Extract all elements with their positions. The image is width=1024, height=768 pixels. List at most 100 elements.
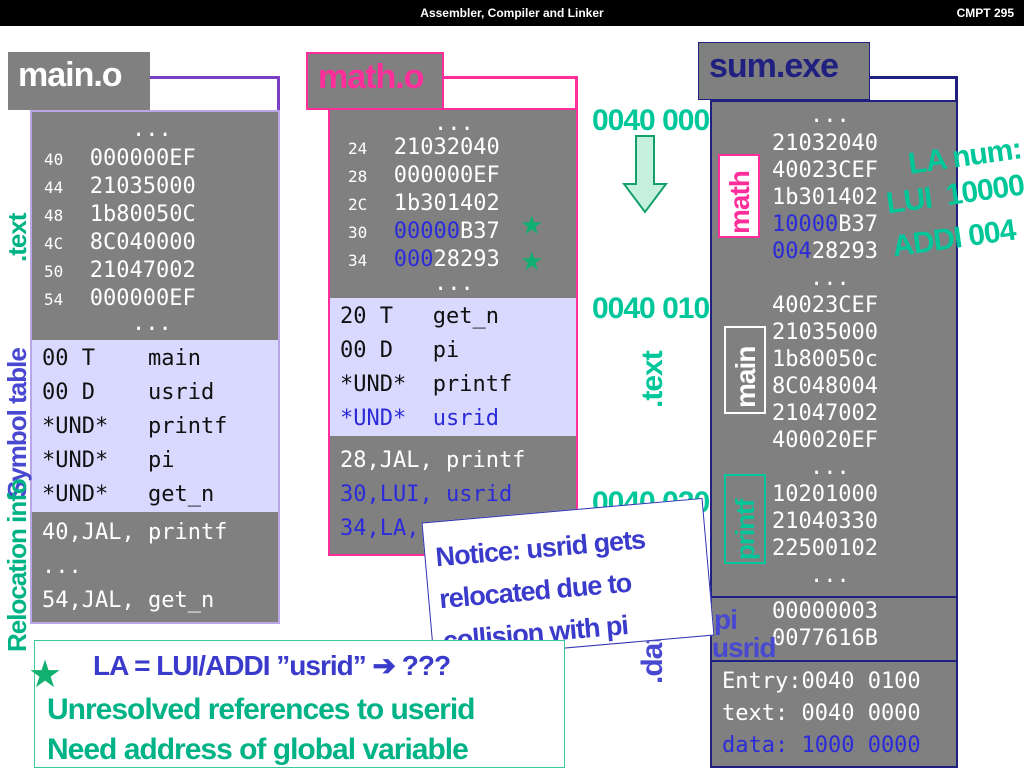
sum-exe-title: sum.exe (698, 42, 870, 100)
usrid-label: usrid (712, 632, 776, 663)
addr-label: 50 (44, 262, 64, 281)
addr-label: 24 (348, 139, 368, 158)
printf-tag: printf (724, 474, 766, 564)
need-address-line: Need address of global variable (47, 733, 469, 766)
code-word: 21032040 (393, 135, 500, 160)
main-o-relocation: 40,JAL, printf ... 54,JAL, get_n (32, 512, 278, 622)
symbol-row: 00 T main (42, 346, 201, 371)
addr-label: 54 (44, 290, 64, 309)
top-bar: Assembler, Compiler and Linker CMPT 295 (0, 0, 1024, 26)
ellipsis: ... (810, 563, 850, 588)
down-arrow-icon (622, 135, 668, 214)
code-hi: 004 (772, 239, 812, 264)
reloc-row: 54,JAL, get_n (42, 588, 215, 613)
main-o-title: main.o (8, 52, 150, 110)
star-icon: ★ (520, 210, 544, 240)
code-word: 000000EF (89, 286, 196, 311)
sum-exe-bracket (870, 76, 958, 102)
main-o-symbol-label: Symbol table (2, 348, 32, 498)
symbol-row: *UND* pi (42, 448, 175, 473)
main-tag: main (724, 326, 766, 414)
main-o-ellipsis-top: ... (132, 117, 172, 142)
la-equation-text: LA = LUI/ADDI ”usrid” (93, 650, 367, 681)
code-word: 1b80050C (89, 202, 196, 227)
main-o-text-section: ... 40 000000EF 44 21035000 48 1b80050C … (32, 112, 278, 340)
main-tag-label: main (730, 346, 761, 408)
printf-tag-label: printf (730, 499, 760, 560)
bottom-note-box: LA = LUI/ADDI ”usrid” ➔ ??? Unresolved r… (34, 640, 565, 768)
code-word: 1b301402 (393, 191, 500, 216)
notice-box: Notice: usrid gets relocated due to coll… (421, 497, 715, 661)
ellipsis: ... (810, 103, 850, 128)
addr-label: 48 (44, 206, 64, 225)
addr-label: 30 (348, 223, 368, 242)
la-equation: LA = LUI/ADDI ”usrid” ➔ ??? (93, 649, 451, 682)
code-word: 1b301402 (772, 185, 878, 210)
symbol-row: *UND* printf (340, 372, 513, 397)
addr-label: 44 (44, 178, 64, 197)
right-arrow-icon: ➔ (372, 650, 396, 681)
code-word: 22500102 (772, 536, 878, 561)
code-word: 40023CEF (772, 293, 878, 318)
course-label: CMPT 295 (956, 6, 1014, 20)
code-word: 8C048004 (772, 374, 878, 399)
code-hi: 00000 (393, 219, 460, 244)
addr-0100-label: 0040 0100 (592, 292, 726, 325)
symbol-row: *UND* get_n (42, 482, 215, 507)
code-word: 21047002 (89, 258, 196, 283)
code-word: 40023CEF (772, 158, 878, 183)
symbol-row: 00 D pi (340, 338, 460, 363)
text-addr-row: text: 0040 0000 (722, 701, 921, 726)
symbol-row: *UND* printf (42, 414, 228, 439)
sum-text-label: .text (636, 351, 669, 408)
ellipsis: ... (810, 266, 850, 291)
addr-label: 2C (348, 195, 368, 214)
main-o-bracket (150, 76, 280, 110)
code-word: 8C040000 (89, 230, 196, 255)
addr-label: 4C (44, 234, 64, 253)
code-word: 21040330 (772, 509, 878, 534)
code-hi: 10000 (772, 212, 839, 237)
reloc-row: 28,JAL, printf (340, 448, 526, 473)
symbol-row: 20 T get_n (340, 304, 499, 329)
math-o-symbol-table: 20 T get_n 00 D pi *UND* printf *UND* us… (330, 298, 576, 436)
ellipsis: ... (810, 455, 850, 480)
data-addr-row: data: 1000 0000 (722, 733, 921, 758)
math-tag: math (718, 154, 760, 238)
code-word: 28293 (811, 239, 878, 264)
entry-row: Entry:0040 0100 (722, 669, 921, 694)
code-word: 21035000 (89, 174, 196, 199)
math-o-title: math.o (306, 52, 444, 110)
code-word: 10201000 (772, 482, 878, 507)
unresolved-line: Unresolved references to userid (47, 693, 476, 726)
addr-label: 40 (44, 150, 64, 169)
addr-label: 34 (348, 251, 368, 270)
code-word: 000000EF (89, 146, 196, 171)
math-tag-label: math (724, 171, 755, 234)
reloc-row: ... (42, 554, 82, 579)
main-o-reloc-label: Relocation info (2, 479, 32, 652)
code-word: 000000EF (393, 163, 500, 188)
math-o-ellipsis-bottom: ... (434, 271, 474, 296)
symbol-row: 00 D usrid (42, 380, 215, 405)
math-o-bracket (444, 76, 578, 110)
data-word: 00000003 (772, 599, 878, 624)
reloc-row: 30,LUI, usrid (340, 482, 513, 507)
star-icon: ★ (520, 246, 544, 276)
star-icon: ★ (28, 654, 63, 696)
data-word: 0077616B (772, 626, 878, 651)
code-word: 400020EF (772, 428, 878, 453)
code-word: B37 (460, 219, 500, 244)
reloc-row: 40,JAL, printf (42, 520, 228, 545)
la-equation-end: ??? (401, 650, 451, 681)
main-o-symbol-table: 00 T main 00 D usrid *UND* printf *UND* … (32, 340, 278, 512)
code-word: 28293 (433, 247, 500, 272)
symbol-row: *UND* usrid (340, 406, 499, 431)
code-word: B37 (838, 212, 878, 237)
slide-title: Assembler, Compiler and Linker (420, 6, 604, 20)
main-o-text-label: .text (2, 213, 32, 262)
code-word: 1b80050c (772, 347, 878, 372)
main-o-ellipsis-bottom: ... (132, 311, 172, 336)
code-word: 21032040 (772, 131, 878, 156)
code-word: 21035000 (772, 320, 878, 345)
